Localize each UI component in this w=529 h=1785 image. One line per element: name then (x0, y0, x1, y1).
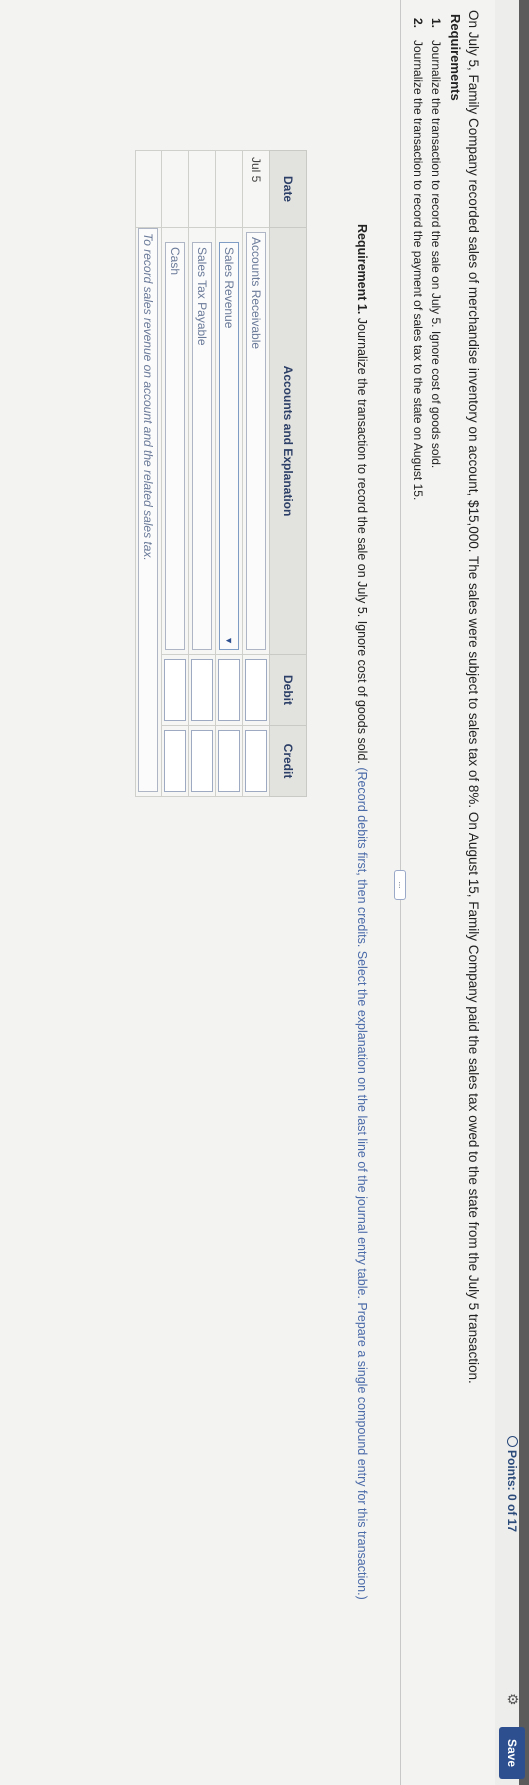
account-value: Sales Tax Payable (195, 247, 209, 346)
dropdown-caret-icon: ▼ (224, 636, 234, 645)
account-select[interactable]: Accounts Receivable (246, 232, 266, 650)
table-row: Jul 5 Accounts Receivable (242, 150, 270, 797)
requirement-number: 1. (429, 18, 443, 29)
table-row: To record sales revenue on account and t… (135, 150, 162, 797)
points-icon (507, 1436, 518, 1447)
requirement-text: Journalize the transaction to record the… (429, 40, 443, 469)
requirement-2: 2. Journalize the transaction to record t… (411, 18, 425, 500)
credit-input[interactable] (218, 730, 240, 792)
instruction: Requirement 1. Journalize the transactio… (355, 224, 369, 1724)
top-strip (519, 0, 529, 1785)
debit-input[interactable] (218, 659, 240, 721)
account-select[interactable]: Cash (165, 242, 185, 650)
date-header: Date (269, 150, 307, 228)
explanation-value: To record sales revenue on account and t… (141, 233, 156, 561)
save-button[interactable]: Save (499, 1727, 525, 1779)
debit-input[interactable] (164, 659, 186, 721)
credit-input[interactable] (164, 730, 186, 792)
requirements-title: Requirements (448, 14, 463, 101)
problem-text: On July 5, Family Company recorded sales… (466, 10, 481, 1384)
account-value: Sales Revenue (222, 247, 236, 329)
account-value: Cash (168, 247, 182, 276)
account-value: Accounts Receivable (249, 237, 263, 350)
table-row: Cash (161, 150, 189, 797)
expand-button[interactable]: ... (394, 870, 406, 900)
date-cell: Jul 5 (242, 150, 270, 228)
gear-icon[interactable]: ⚙ (505, 1693, 521, 1709)
date-cell (161, 150, 189, 228)
date-cell (215, 150, 243, 228)
account-select[interactable]: Sales Tax Payable (192, 242, 212, 650)
instruction-hint: (Record debits first, then credits. Sele… (355, 763, 369, 1600)
instruction-text: Journalize the transaction to record the… (355, 314, 369, 764)
top-bar: Points: 0 of 17 ⚙ Save (495, 0, 529, 1785)
date-cell (188, 150, 216, 228)
instruction-label: Requirement 1. (355, 224, 369, 315)
table-row: Sales Revenue ▼ (215, 150, 243, 797)
requirement-1: 1. Journalize the transaction to record t… (429, 18, 443, 468)
rotated-screen: Points: 0 of 17 ⚙ Save On July 5, Family… (0, 0, 529, 1785)
debit-input[interactable] (245, 659, 267, 721)
table-row: Sales Tax Payable (188, 150, 216, 797)
date-cell (135, 150, 162, 228)
credit-input[interactable] (245, 730, 267, 792)
requirement-text: Journalize the transaction to record the… (411, 40, 425, 501)
explanation-select[interactable]: To record sales revenue on account and t… (138, 228, 159, 792)
account-select[interactable]: Sales Revenue ▼ (219, 242, 239, 650)
debit-input[interactable] (191, 659, 213, 721)
debit-header: Debit (269, 654, 307, 726)
points-label: Points: 0 of 17 (505, 1450, 519, 1533)
credit-header: Credit (269, 725, 307, 797)
journal-table: Date Accounts and Explanation Debit Cred… (135, 150, 307, 797)
credit-input[interactable] (191, 730, 213, 792)
requirement-number: 2. (411, 18, 425, 29)
account-header: Accounts and Explanation (269, 227, 307, 655)
